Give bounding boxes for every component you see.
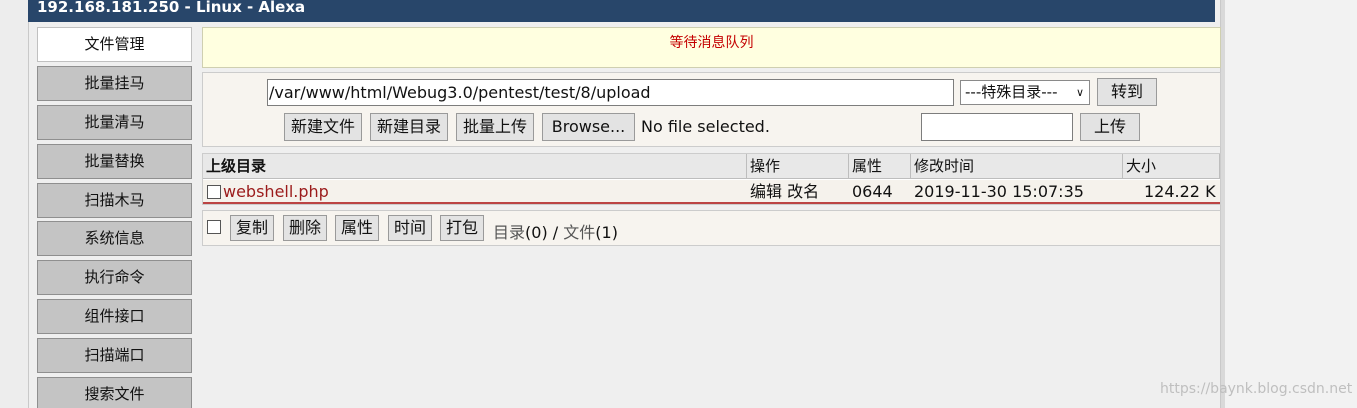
path-input[interactable] [267, 79, 954, 106]
select-all-checkbox[interactable] [207, 220, 221, 238]
copy-button[interactable]: 复制 [230, 215, 274, 241]
header-size: 大小 [1123, 154, 1220, 179]
window-title: 192.168.181.250 - Linux - Alexa [37, 0, 306, 16]
dir-label: 目录 [493, 223, 526, 242]
summary-separator: / [552, 223, 559, 242]
file-attr[interactable]: 0644 [852, 180, 893, 204]
sidebar-item-component-interface[interactable]: 组件接口 [37, 299, 192, 335]
header-attr: 属性 [849, 154, 911, 179]
upload-name-input[interactable] [921, 113, 1073, 141]
path-panel: ---特殊目录--- ∨ 转到 新建文件 新建目录 批量上传 Browse...… [202, 72, 1221, 147]
pack-button[interactable]: 打包 [440, 215, 484, 241]
watermark-text: https://baynk.blog.csdn.net [1160, 381, 1353, 397]
message-text: 等待消息队列 [669, 35, 754, 51]
dir-file-summary: 目录(0) / 文件(1) [493, 219, 618, 243]
sidebar-item-batch-clean[interactable]: 批量清马 [37, 104, 192, 140]
browse-button[interactable]: Browse... [542, 113, 635, 141]
sidebar-item-batch-hang[interactable]: 批量挂马 [37, 65, 192, 101]
table-row: webshell.php 编辑 改名 0644 2019-11-30 15:07… [203, 180, 1220, 204]
header-ops: 操作 [747, 154, 849, 179]
file-mtime[interactable]: 2019-11-30 15:07:35 [914, 180, 1084, 204]
window-titlebar: 192.168.181.250 - Linux - Alexa [28, 0, 1215, 22]
file-ops-links[interactable]: 编辑 改名 [750, 180, 819, 204]
right-gutter [1221, 0, 1357, 408]
delete-button[interactable]: 删除 [283, 215, 327, 241]
file-label: 文件 [563, 223, 596, 242]
upload-button[interactable]: 上传 [1080, 113, 1140, 141]
header-mtime: 修改时间 [911, 154, 1123, 179]
special-dir-select[interactable]: ---特殊目录--- ∨ [960, 80, 1090, 105]
batch-upload-button[interactable]: 批量上传 [456, 113, 534, 141]
new-dir-button[interactable]: 新建目录 [370, 113, 448, 141]
file-name-link[interactable]: webshell.php [223, 180, 329, 204]
header-parent-dir[interactable]: 上级目录 [203, 154, 747, 179]
goto-button[interactable]: 转到 [1097, 78, 1157, 106]
sidebar-item-search-files[interactable]: 搜索文件 [37, 377, 192, 408]
sidebar-item-file-manager[interactable]: 文件管理 [37, 27, 192, 62]
sidebar: 文件管理 批量挂马 批量清马 批量替换 扫描木马 系统信息 执行命令 组件接口 … [37, 27, 192, 408]
new-file-button[interactable]: 新建文件 [284, 113, 362, 141]
file-table: 上级目录 操作 属性 修改时间 大小 webshell.php 编辑 改名 06… [202, 153, 1221, 205]
message-queue-bar: 等待消息队列 [202, 27, 1221, 68]
sidebar-item-system-info[interactable]: 系统信息 [37, 221, 192, 257]
attr-button[interactable]: 属性 [335, 215, 379, 241]
row-checkbox[interactable] [207, 182, 221, 206]
sidebar-item-exec-command[interactable]: 执行命令 [37, 260, 192, 296]
chevron-down-icon: ∨ [1075, 86, 1084, 99]
sidebar-item-batch-replace[interactable]: 批量替换 [37, 143, 192, 179]
dir-count: (0) [525, 223, 548, 242]
time-button[interactable]: 时间 [388, 215, 432, 241]
no-file-label: No file selected. [641, 117, 770, 136]
sidebar-item-scan-trojan[interactable]: 扫描木马 [37, 182, 192, 218]
file-size: 124.22 K [1144, 182, 1216, 201]
file-count: (1) [595, 223, 618, 242]
sidebar-item-scan-ports[interactable]: 扫描端口 [37, 338, 192, 374]
special-dir-value: ---特殊目录--- [965, 83, 1058, 101]
action-bar: 复制 删除 属性 时间 打包 目录(0) / 文件(1) [202, 210, 1221, 246]
